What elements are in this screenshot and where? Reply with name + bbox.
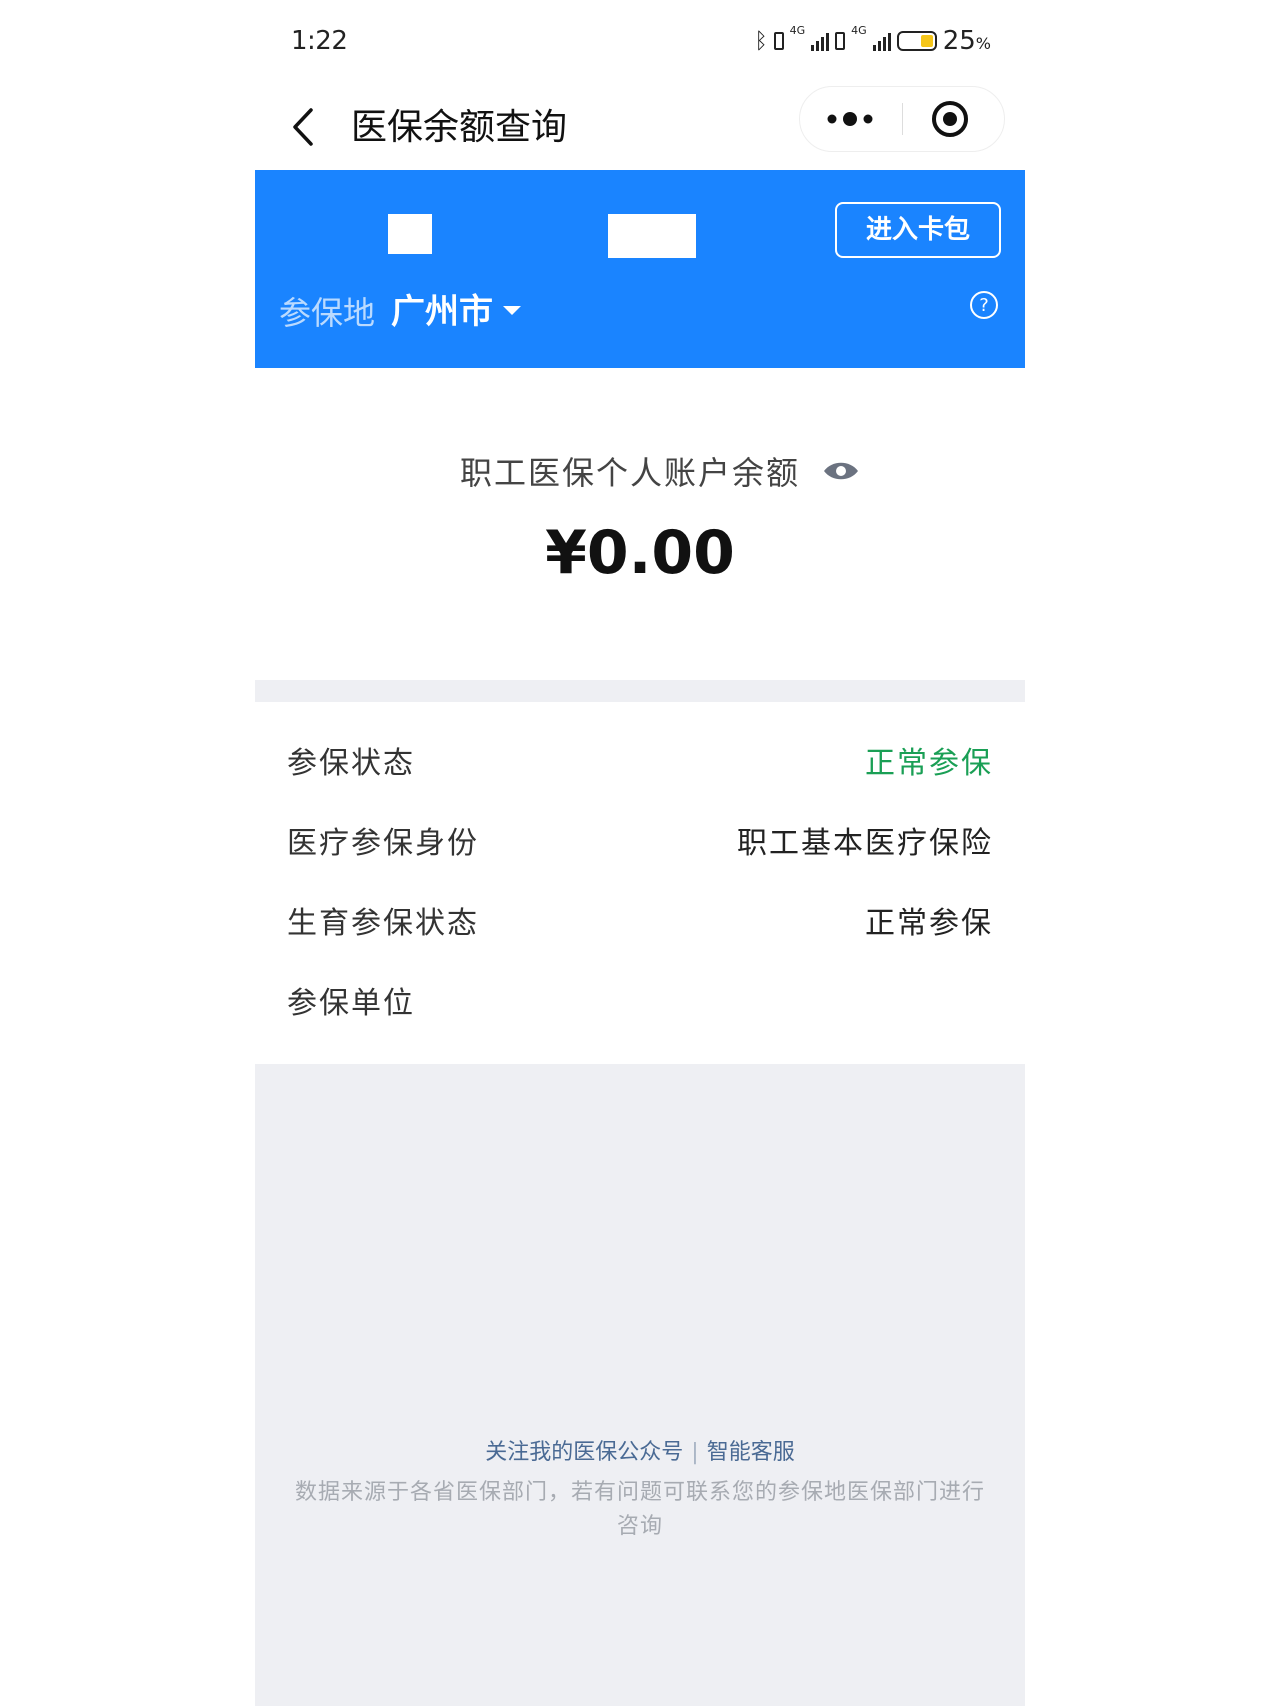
battery-icon bbox=[896, 31, 937, 51]
status-indicators: ᛒ 4G 4G 25% bbox=[754, 24, 991, 56]
info-value: 职工基本医疗保险 bbox=[737, 826, 993, 861]
balance-amount: ¥0.00 bbox=[545, 518, 735, 588]
redaction-mask bbox=[388, 214, 432, 254]
eye-icon[interactable] bbox=[822, 459, 860, 483]
info-row-identity: 医疗参保身份 职工基本医疗保险 bbox=[287, 810, 993, 870]
signal-1-icon bbox=[811, 31, 830, 51]
more-button[interactable] bbox=[800, 87, 902, 151]
info-value: 正常参保 bbox=[865, 746, 993, 781]
navigation-bar: 医保余额查询 bbox=[255, 86, 1025, 170]
mini-program-capsule bbox=[799, 86, 1005, 152]
info-row-employer: 参保单位 bbox=[287, 970, 993, 1030]
balance-card: 职工医保个人账户余额 ¥0.00 bbox=[255, 368, 1025, 680]
sim-1-icon bbox=[773, 32, 784, 50]
insurance-info-list: 参保状态 正常参保 医疗参保身份 职工基本医疗保险 生育参保状态 正常参保 参保… bbox=[255, 702, 1025, 1064]
more-dots-icon bbox=[827, 112, 873, 126]
footer: 关注我的医保公众号 | 智能客服 数据来源于各省医保部门，若有问题可联系您的参保地医… bbox=[255, 1064, 1025, 1706]
region-selector[interactable]: 广州市 bbox=[391, 284, 521, 333]
footer-links: 关注我的医保公众号 | 智能客服 bbox=[255, 1434, 1025, 1466]
status-bar: 1:22 ᛒ 4G 4G 25% bbox=[255, 0, 1025, 86]
info-row-status: 参保状态 正常参保 bbox=[287, 730, 993, 790]
section-divider bbox=[255, 680, 1025, 702]
bluetooth-icon: ᛒ bbox=[754, 28, 768, 54]
battery-percent: 25% bbox=[942, 26, 991, 56]
info-label: 参保状态 bbox=[287, 746, 415, 781]
info-value: 正常参保 bbox=[865, 906, 993, 941]
chevron-left-icon bbox=[293, 108, 313, 146]
signal-2-icon bbox=[872, 31, 891, 51]
page-title: 医保余额查询 bbox=[351, 107, 568, 148]
close-mini-program-button[interactable] bbox=[902, 87, 1004, 151]
sim-2-icon bbox=[835, 32, 846, 50]
target-close-icon bbox=[932, 101, 968, 137]
link-separator: | bbox=[691, 1440, 699, 1465]
info-label: 生育参保状态 bbox=[287, 906, 479, 941]
app-screen: 1:22 ᛒ 4G 4G 25% 医保余额查询 进入卡包 参保地 广州市 ? 职… bbox=[255, 0, 1025, 1706]
region-value: 广州市 bbox=[391, 292, 493, 332]
svg-text:?: ? bbox=[979, 295, 989, 316]
status-time: 1:22 bbox=[291, 26, 348, 56]
follow-account-link[interactable]: 关注我的医保公众号 bbox=[485, 1440, 683, 1465]
region-label: 参保地 bbox=[279, 294, 376, 332]
info-label: 医疗参保身份 bbox=[287, 826, 479, 861]
back-button[interactable] bbox=[285, 102, 325, 152]
data-source-note: 数据来源于各省医保部门，若有问题可联系您的参保地医保部门进行咨询 bbox=[295, 1480, 986, 1539]
network-type-2: 4G bbox=[851, 24, 867, 37]
help-icon[interactable]: ? bbox=[969, 290, 999, 320]
caret-down-icon bbox=[503, 306, 521, 315]
enter-wallet-button[interactable]: 进入卡包 bbox=[835, 202, 1001, 258]
info-row-maternity: 生育参保状态 正常参保 bbox=[287, 890, 993, 950]
network-type-1: 4G bbox=[789, 24, 806, 37]
smart-service-link[interactable]: 智能客服 bbox=[707, 1440, 795, 1465]
redaction-mask bbox=[608, 214, 696, 258]
info-label: 参保单位 bbox=[287, 986, 415, 1021]
balance-label: 职工医保个人账户余额 bbox=[459, 454, 800, 492]
insurance-card-header: 进入卡包 参保地 广州市 ? bbox=[255, 170, 1025, 368]
